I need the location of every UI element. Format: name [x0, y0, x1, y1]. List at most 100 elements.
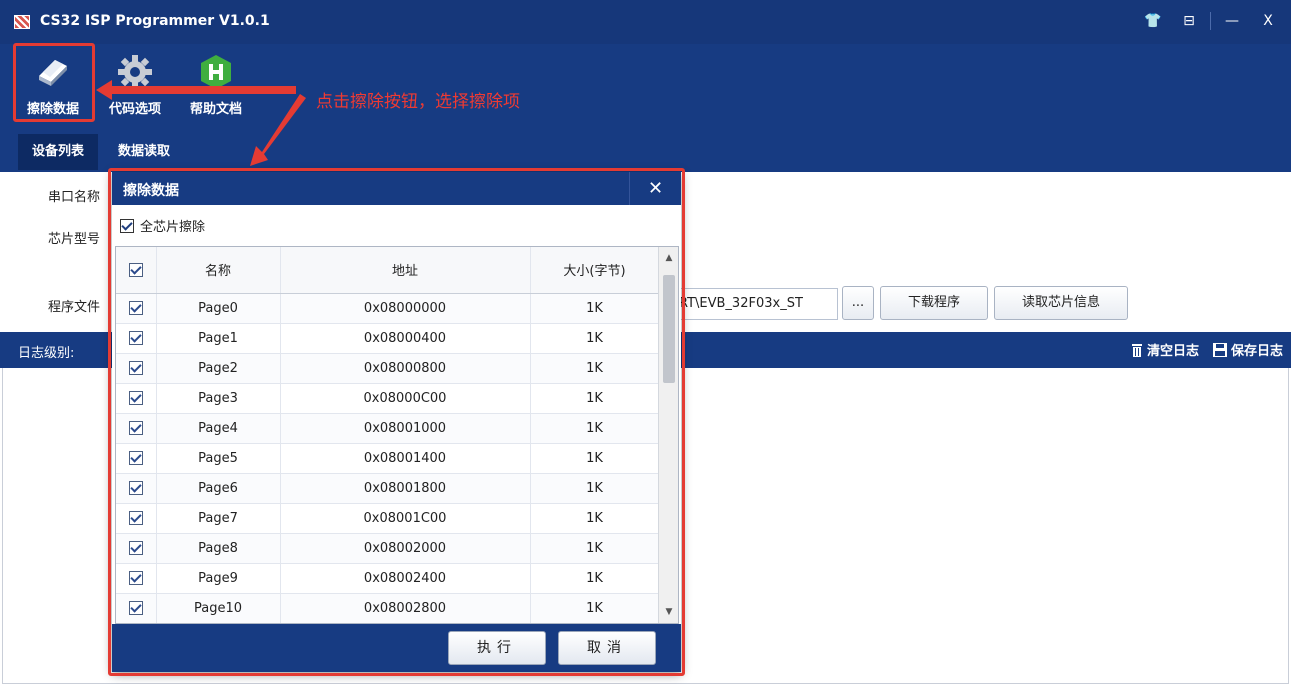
- log-level-label: 日志级别:: [18, 346, 75, 361]
- page-name: Page1: [156, 323, 281, 354]
- dialog-title: 擦除数据: [123, 183, 179, 199]
- table-row[interactable]: Page1 0x08000400 1K: [116, 323, 660, 354]
- dialog-close-button[interactable]: ✕: [629, 172, 681, 205]
- checkbox-checked-icon: [128, 331, 143, 345]
- row-checkbox[interactable]: [116, 443, 157, 474]
- page-name: Page3: [156, 383, 281, 414]
- tab-data-read[interactable]: 数据读取: [104, 134, 184, 170]
- browse-button[interactable]: ...: [842, 286, 874, 320]
- table-row[interactable]: Page4 0x08001000 1K: [116, 413, 660, 444]
- table-row[interactable]: Page0 0x08000000 1K: [116, 293, 660, 324]
- skin-icon[interactable]: 👕: [1138, 8, 1168, 34]
- row-checkbox[interactable]: [116, 383, 157, 414]
- program-path-field[interactable]: RT\EVB_32F03x_ST: [664, 288, 838, 320]
- page-address: 0x08000400: [280, 323, 531, 354]
- page-name: Page4: [156, 413, 281, 444]
- page-address: 0x08001400: [280, 443, 531, 474]
- row-checkbox[interactable]: [116, 323, 157, 354]
- row-checkbox[interactable]: [116, 473, 157, 504]
- page-address: 0x08002000: [280, 533, 531, 564]
- erase-data-dialog: 擦除数据 ✕ 全芯片擦除 名称 地址 大小(字节) Page0 0x0800000…: [112, 172, 681, 672]
- checkbox-checked-icon: [128, 301, 143, 315]
- help-docs-label: 帮助文档: [189, 102, 242, 117]
- table-row[interactable]: Page5 0x08001400 1K: [116, 443, 660, 474]
- checkbox-checked-icon: [128, 451, 143, 465]
- row-checkbox[interactable]: [116, 533, 157, 564]
- table-row[interactable]: Page10 0x08002800 1K: [116, 593, 660, 623]
- clear-log-button[interactable]: 清空日志: [1131, 340, 1199, 359]
- window-controls: 👕 ⊟ — X: [1138, 8, 1283, 34]
- select-all-checkbox[interactable]: [116, 247, 157, 294]
- table-row[interactable]: Page7 0x08001C00 1K: [116, 503, 660, 534]
- page-address: 0x08000800: [280, 353, 531, 384]
- page-grid: 名称 地址 大小(字节) Page0 0x08000000 1K Page1 0x080…: [115, 246, 679, 624]
- page-size: 1K: [530, 503, 660, 534]
- annotation-text: 点击擦除按钮，选择擦除项: [316, 92, 520, 112]
- help-doc-icon: [201, 55, 231, 89]
- checkbox-checked-icon: [120, 218, 134, 233]
- column-header-address: 地址: [280, 247, 531, 294]
- row-checkbox[interactable]: [116, 593, 157, 623]
- page-size: 1K: [530, 533, 660, 564]
- save-log-label: 保存日志: [1230, 344, 1283, 359]
- dialog-footer: 执行 取消: [112, 624, 681, 672]
- read-chip-info-button[interactable]: 读取芯片信息: [994, 286, 1128, 320]
- row-checkbox[interactable]: [116, 353, 157, 384]
- program-file-label: 程序文件: [48, 300, 101, 315]
- minimize-button[interactable]: —: [1217, 8, 1247, 34]
- page-table: 名称 地址 大小(字节) Page0 0x08000000 1K Page1 0x080…: [116, 247, 660, 623]
- page-size: 1K: [530, 353, 660, 384]
- column-header-name: 名称: [156, 247, 281, 294]
- table-row[interactable]: Page2 0x08000800 1K: [116, 353, 660, 384]
- page-size: 1K: [530, 473, 660, 504]
- chip-model-label: 芯片型号: [48, 232, 101, 247]
- table-row[interactable]: Page6 0x08001800 1K: [116, 473, 660, 504]
- row-checkbox[interactable]: [116, 563, 157, 594]
- row-checkbox[interactable]: [116, 503, 157, 534]
- clear-log-label: 清空日志: [1146, 344, 1199, 359]
- page-name: Page6: [156, 473, 281, 504]
- full-chip-erase-checkbox[interactable]: 全芯片擦除: [120, 216, 205, 235]
- tab-device-list[interactable]: 设备列表: [18, 134, 99, 170]
- execute-button[interactable]: 执行: [448, 631, 546, 665]
- page-name: Page7: [156, 503, 281, 534]
- table-row[interactable]: Page3 0x08000C00 1K: [116, 383, 660, 414]
- page-name: Page2: [156, 353, 281, 384]
- page-name: Page0: [156, 293, 281, 324]
- page-size: 1K: [530, 593, 660, 623]
- dialog-header: 擦除数据 ✕: [112, 172, 681, 205]
- close-window-button[interactable]: X: [1253, 8, 1283, 34]
- page-size: 1K: [530, 563, 660, 594]
- page-address: 0x08001C00: [280, 503, 531, 534]
- scroll-down-icon[interactable]: ▼: [659, 603, 678, 621]
- grid-scrollbar[interactable]: ▲ ▼: [658, 247, 678, 623]
- page-size: 1K: [530, 443, 660, 474]
- row-checkbox[interactable]: [116, 413, 157, 444]
- download-program-button[interactable]: 下载程序: [880, 286, 988, 320]
- code-options-label: 代码选项: [108, 102, 161, 117]
- checkbox-checked-icon: [128, 541, 143, 555]
- table-header-row: 名称 地址 大小(字节): [116, 247, 660, 294]
- row-checkbox[interactable]: [116, 293, 157, 324]
- table-row[interactable]: Page9 0x08002400 1K: [116, 563, 660, 594]
- checkbox-checked-icon: [128, 481, 143, 495]
- tab-bar: 设备列表 数据读取: [0, 128, 1291, 172]
- save-log-button[interactable]: 保存日志: [1212, 340, 1283, 359]
- page-address: 0x08001000: [280, 413, 531, 444]
- help-docs-button[interactable]: 帮助文档: [180, 44, 252, 122]
- erase-data-label: 擦除数据: [26, 102, 79, 117]
- cancel-button[interactable]: 取消: [558, 631, 656, 665]
- page-size: 1K: [530, 383, 660, 414]
- page-size: 1K: [530, 323, 660, 354]
- page-address: 0x08000000: [280, 293, 531, 324]
- erase-data-button[interactable]: 擦除数据: [14, 44, 92, 122]
- full-chip-erase-label: 全芯片擦除: [140, 220, 206, 235]
- app-title: CS32 ISP Programmer V1.0.1: [40, 13, 270, 29]
- page-address: 0x08002800: [280, 593, 531, 623]
- table-row[interactable]: Page8 0x08002000 1K: [116, 533, 660, 564]
- scroll-up-icon[interactable]: ▲: [659, 249, 678, 267]
- layout-icon[interactable]: ⊟: [1174, 8, 1204, 34]
- scroll-thumb[interactable]: [663, 275, 675, 383]
- save-icon: [1212, 342, 1227, 357]
- code-options-button[interactable]: 代码选项: [100, 44, 170, 122]
